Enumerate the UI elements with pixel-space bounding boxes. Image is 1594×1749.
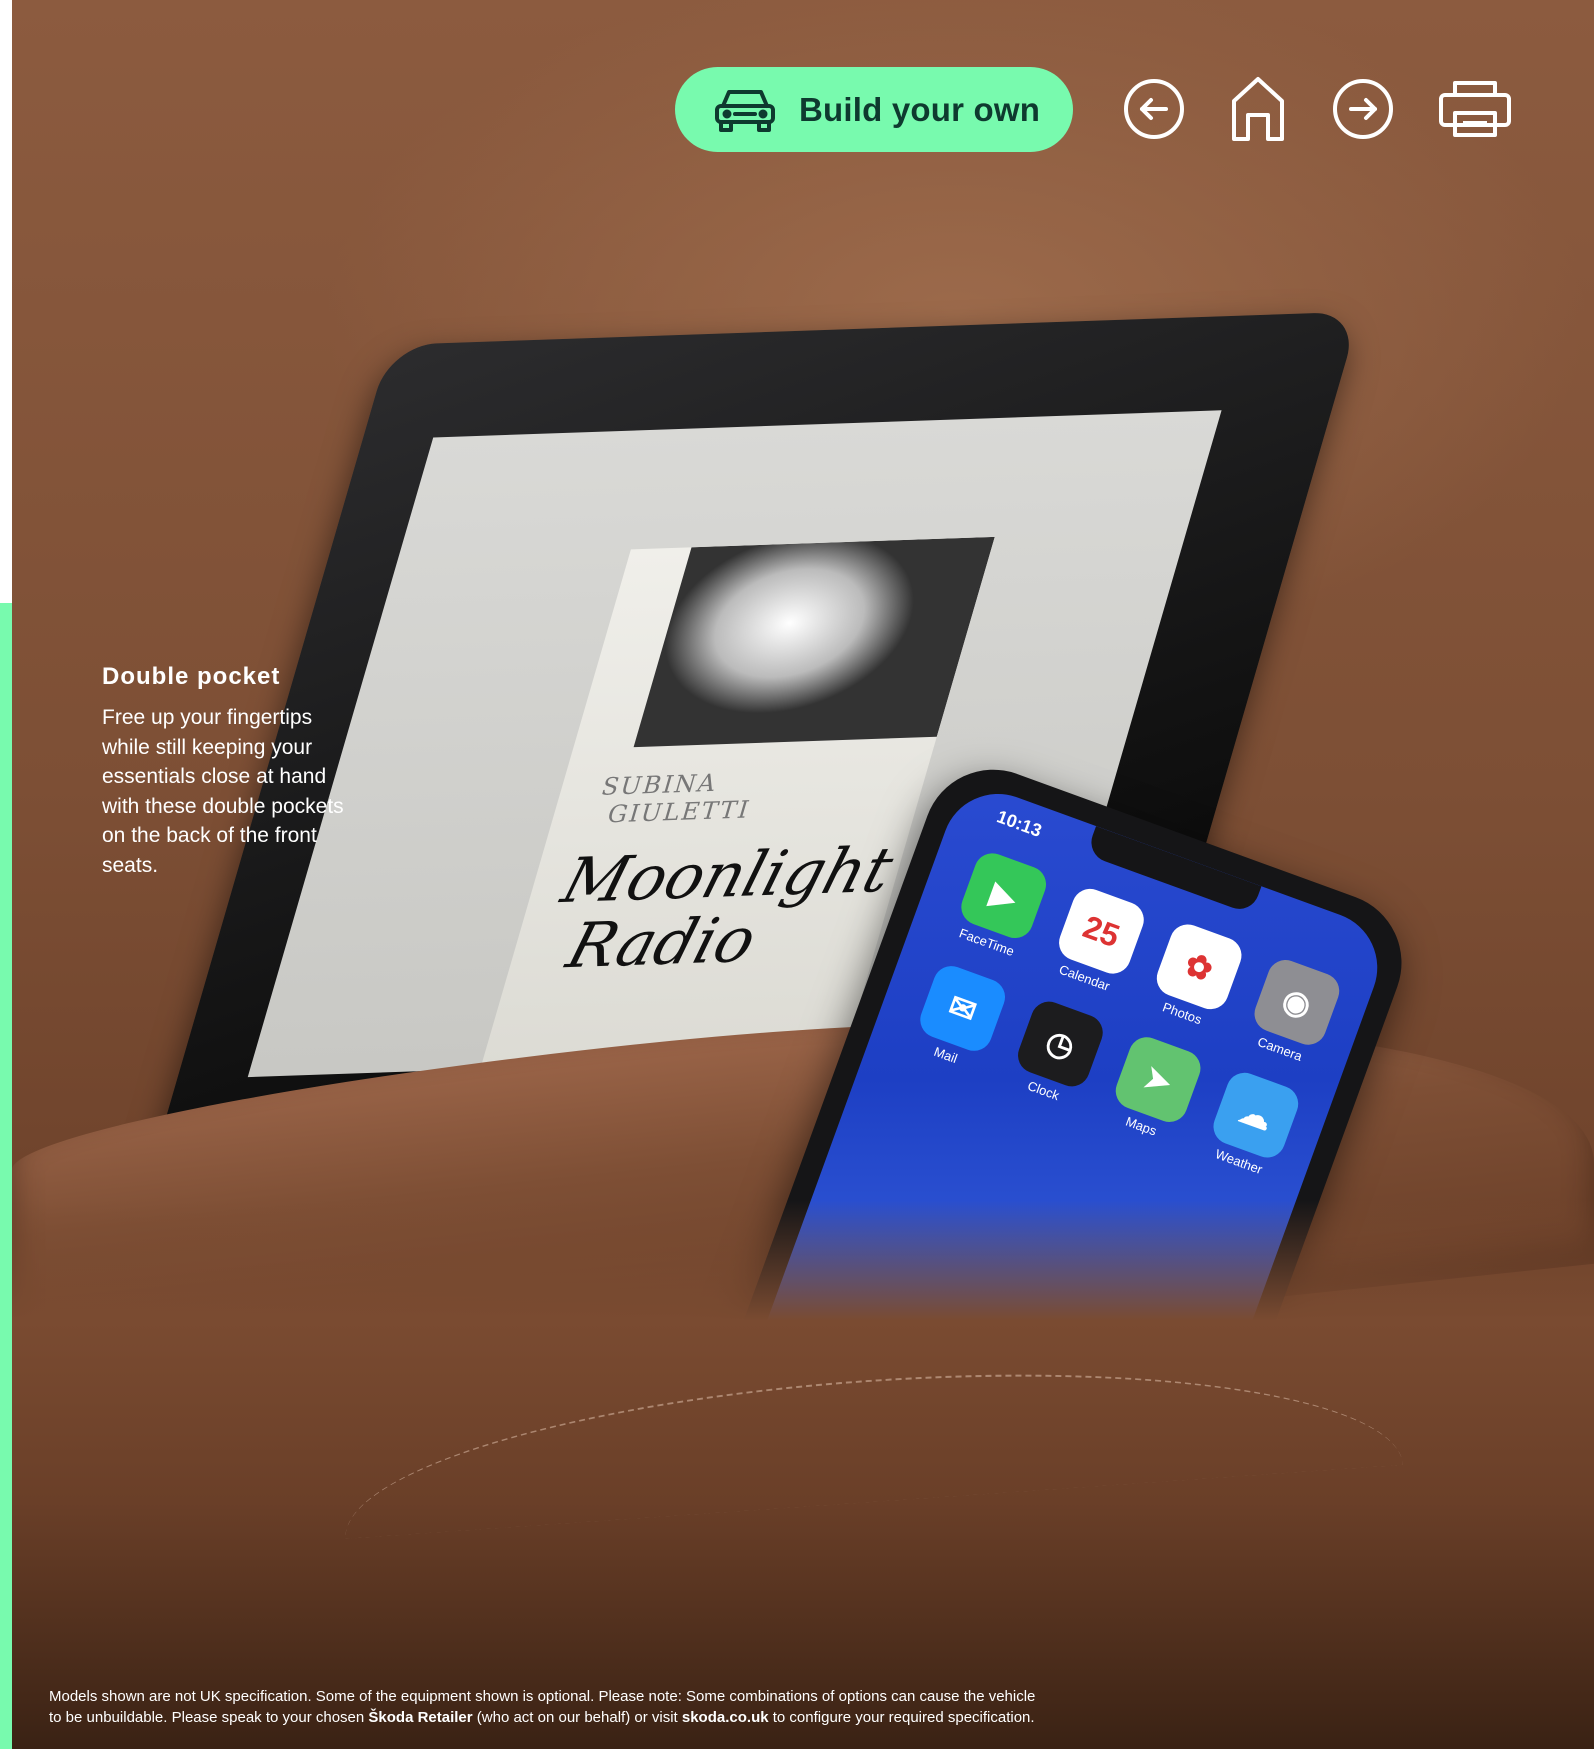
disclaimer-line-1: Models shown are not UK specification. S…: [49, 1688, 1036, 1705]
website-link[interactable]: skoda.co.uk: [682, 1709, 769, 1726]
phone-app-weather: ☁ Weather: [1198, 1066, 1307, 1182]
phone-app-clock: ◷ Clock: [1002, 995, 1111, 1111]
book-title: Moonlight Radio: [554, 832, 902, 983]
build-your-own-label: Build your own: [799, 90, 1041, 128]
feature-description: Free up your fingertips while still keep…: [102, 706, 344, 877]
arrow-left-icon[interactable]: [1120, 75, 1188, 143]
car-icon: [715, 89, 775, 132]
phone-app-facetime: ▶ FaceTime: [946, 847, 1055, 963]
arrow-right-icon[interactable]: [1329, 75, 1397, 143]
phone-app-photos: ✿ Photos: [1141, 918, 1250, 1034]
build-your-own-button[interactable]: Build your own: [675, 67, 1073, 152]
print-icon[interactable]: [1437, 75, 1513, 143]
phone-app-camera: ◉ Camera: [1239, 954, 1348, 1070]
retailer-text: Škoda Retailer: [368, 1709, 473, 1726]
phone-time: 10:13: [994, 806, 1045, 841]
feature-title: Double pocket: [102, 663, 281, 690]
app-grid: ▶ FaceTime 25 Calendar ✿ Photos ◉ Camera ✉ Mail ◷ C…: [905, 847, 1354, 1185]
disclaimer: Models shown are not UK specification. S…: [49, 1686, 1199, 1728]
page: SUBINA GIULETTI Moonlight Radio 10:13 ▶ F…: [0, 0, 1594, 1749]
phone-app-mail: ✉ Mail: [905, 960, 1014, 1076]
phone-app-maps: ➤ Maps: [1100, 1031, 1209, 1147]
feature-text-block: Double pocket Free up your fingertips wh…: [102, 663, 362, 880]
accent-bar: [0, 603, 12, 1749]
home-icon[interactable]: [1224, 75, 1292, 143]
phone-app-calendar: 25 Calendar: [1043, 882, 1152, 998]
disclaimer-line-2: to be unbuildable. Please speak to your …: [49, 1709, 1035, 1726]
book-cover-art: [633, 536, 995, 748]
book-author: SUBINA GIULETTI: [598, 768, 754, 829]
